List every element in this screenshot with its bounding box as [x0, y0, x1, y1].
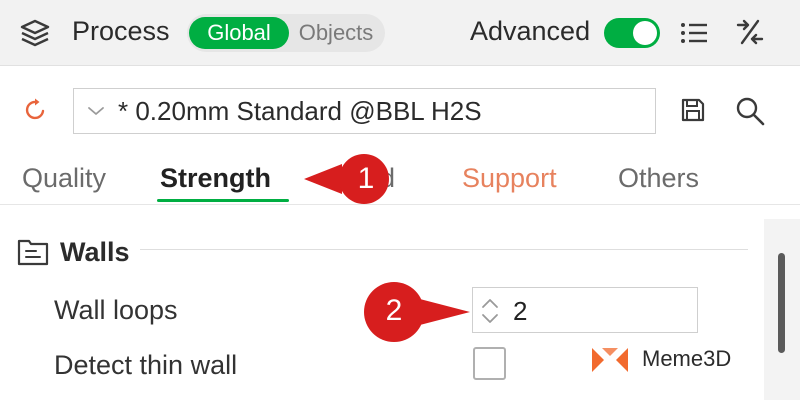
brand-name: Meme3D	[642, 346, 732, 371]
preset-dropdown[interactable]: * 0.20mm Standard @BBL H2S	[73, 88, 656, 134]
wall-loops-value: 2	[513, 296, 528, 326]
scope-segmented-control: Global Objects	[187, 14, 385, 52]
scrollbar-thumb[interactable]	[778, 253, 785, 353]
tab-support[interactable]: Support	[462, 163, 557, 194]
reset-icon[interactable]	[24, 98, 48, 122]
callout-1: 1	[300, 142, 390, 216]
tab-quality[interactable]: Quality	[22, 163, 106, 194]
callout-2: 2	[356, 280, 474, 344]
callout-1-number: 1	[357, 162, 375, 195]
process-header: Process Global Objects Advanced	[0, 0, 800, 66]
walls-icon	[17, 239, 49, 266]
detect-thin-wall-checkbox[interactable]	[473, 347, 506, 380]
toggle-knob	[633, 21, 657, 45]
detect-thin-wall-label: Detect thin wall	[54, 350, 238, 380]
spin-arrows-icon[interactable]	[479, 294, 501, 328]
compare-icon[interactable]	[734, 16, 766, 48]
layers-icon	[20, 19, 50, 47]
wall-loops-input[interactable]: 2	[472, 287, 698, 333]
wall-loops-label: Wall loops	[54, 295, 178, 325]
brand-logo-icon	[592, 348, 628, 372]
advanced-toggle[interactable]	[604, 18, 660, 48]
scope-objects-button[interactable]: Objects	[293, 17, 379, 49]
search-icon[interactable]	[734, 95, 766, 127]
brand-watermark: Meme3D	[590, 344, 760, 376]
preset-value: * 0.20mm Standard @BBL H2S	[118, 96, 482, 126]
save-icon[interactable]	[680, 97, 706, 123]
callout-2-number: 2	[385, 294, 403, 327]
scrollbar[interactable]	[764, 219, 800, 400]
section-title: Walls	[60, 237, 130, 267]
tab-others[interactable]: Others	[618, 163, 699, 194]
process-title: Process	[72, 16, 170, 46]
list-icon[interactable]	[678, 18, 710, 48]
advanced-label: Advanced	[470, 16, 591, 46]
active-tab-indicator	[157, 199, 289, 202]
scope-global-button[interactable]: Global	[189, 17, 289, 49]
tab-strength[interactable]: Strength	[160, 163, 271, 194]
chevron-down-icon	[88, 107, 104, 115]
section-divider	[140, 249, 748, 250]
